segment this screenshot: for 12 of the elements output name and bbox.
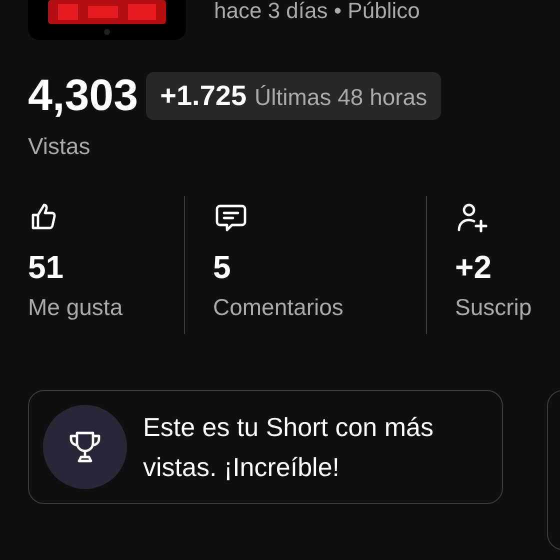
views-label: Vistas	[28, 133, 90, 159]
view-count: 4,303	[28, 70, 138, 122]
stat-label: Suscrip	[455, 293, 533, 322]
views-delta: +1.725	[160, 80, 247, 112]
stat-label: Comentarios	[213, 293, 344, 322]
stat-value: +2	[455, 248, 492, 286]
stat-label: Me gusta	[28, 293, 124, 322]
insight-text: Este es tu Short con más vistas. ¡Increíble!	[143, 411, 434, 484]
stat-value: 51	[28, 248, 65, 286]
stat-value: 5	[213, 248, 232, 286]
video-meta: hace 3 días • Público	[214, 0, 420, 24]
views-period: Últimas 48 horas	[254, 83, 428, 111]
